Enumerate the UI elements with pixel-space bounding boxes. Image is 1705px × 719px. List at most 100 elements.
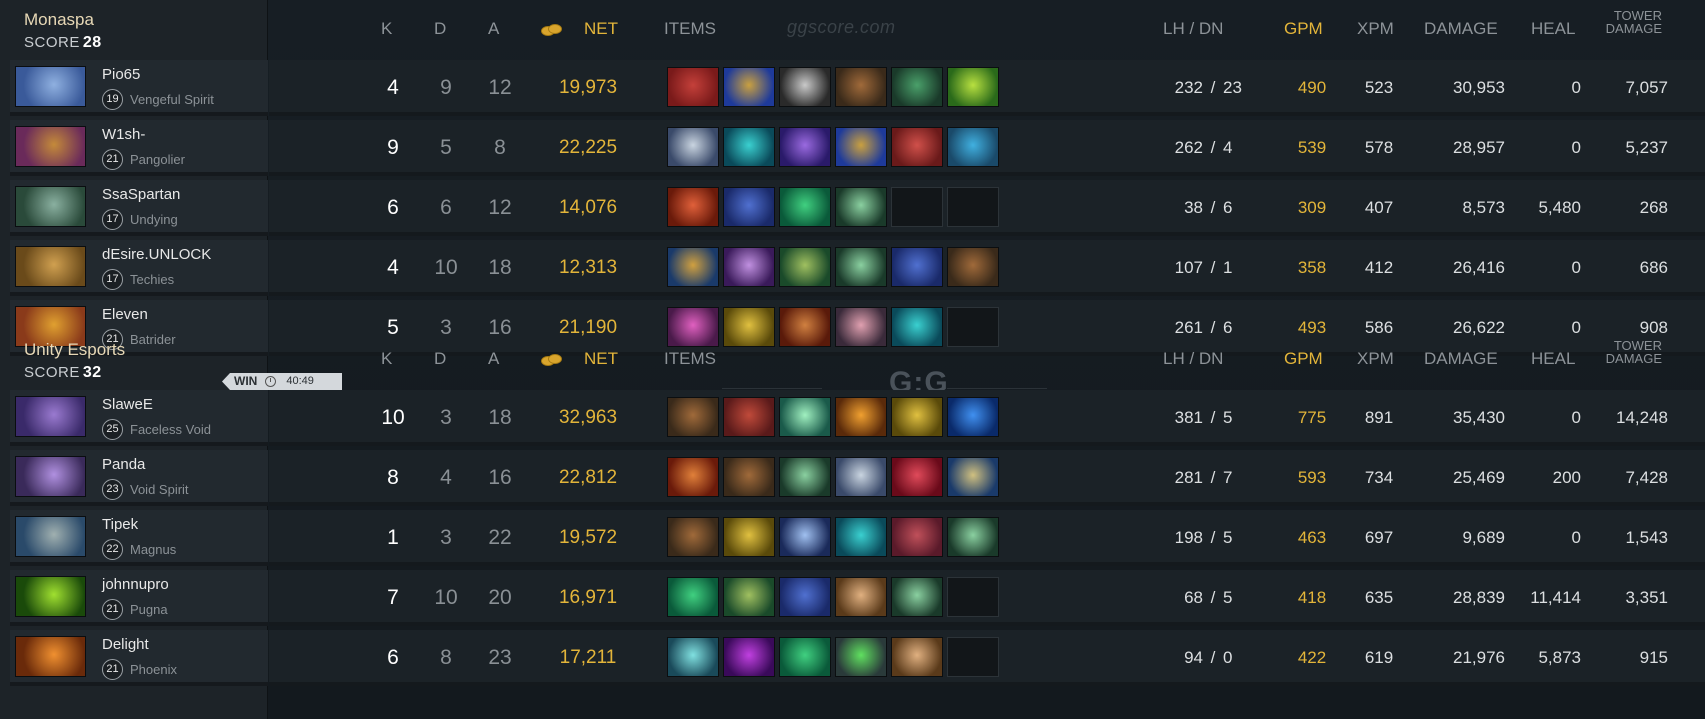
hero-portrait[interactable] xyxy=(15,126,86,167)
player-name[interactable]: Panda xyxy=(102,456,145,473)
hero-portrait[interactable] xyxy=(15,636,86,677)
item-icon[interactable] xyxy=(779,127,831,167)
item-icon[interactable] xyxy=(835,577,887,617)
item-icon[interactable] xyxy=(835,187,887,227)
item-icon[interactable] xyxy=(779,67,831,107)
player-name[interactable]: W1sh- xyxy=(102,126,145,143)
hero-portrait[interactable] xyxy=(15,456,86,497)
player-name[interactable]: Tipek xyxy=(102,516,138,533)
item-icon[interactable] xyxy=(779,397,831,437)
player-card[interactable]: Delight 21 Phoenix xyxy=(10,630,268,686)
player-name[interactable]: Delight xyxy=(102,636,149,653)
player-card[interactable]: Panda 23 Void Spirit xyxy=(10,450,268,506)
item-icon[interactable] xyxy=(947,397,999,437)
deaths-value: 4 xyxy=(440,466,452,489)
player-name[interactable]: Pio65 xyxy=(102,66,140,83)
item-icon[interactable] xyxy=(667,577,719,617)
item-icon[interactable] xyxy=(891,637,943,677)
team-score-value: 32 xyxy=(82,364,102,381)
player-card[interactable]: Pio65 19 Vengeful Spirit xyxy=(10,60,268,116)
player-name[interactable]: johnnupro xyxy=(102,576,169,593)
item-icon[interactable] xyxy=(947,247,999,287)
item-icon[interactable] xyxy=(835,67,887,107)
item-icon[interactable] xyxy=(667,67,719,107)
item-icon[interactable] xyxy=(835,517,887,557)
item-icon[interactable] xyxy=(667,127,719,167)
hero-portrait[interactable] xyxy=(15,576,86,617)
item-icon[interactable] xyxy=(779,637,831,677)
team-name[interactable]: Unity Esports xyxy=(24,340,268,360)
item-icon[interactable] xyxy=(891,457,943,497)
item-icon[interactable] xyxy=(835,397,887,437)
item-icon[interactable] xyxy=(835,637,887,677)
kills-value: 4 xyxy=(387,256,399,279)
item-icon[interactable] xyxy=(891,127,943,167)
item-icon[interactable] xyxy=(723,577,775,617)
hero-portrait[interactable] xyxy=(15,516,86,557)
player-name[interactable]: SlaweE xyxy=(102,396,153,413)
net-worth-value: 12,313 xyxy=(558,257,618,278)
deaths-value: 9 xyxy=(440,76,452,99)
item-icon[interactable] xyxy=(891,67,943,107)
item-icon[interactable] xyxy=(835,247,887,287)
item-icon[interactable] xyxy=(723,187,775,227)
hero-level-badge: 25 xyxy=(102,419,123,440)
item-icon[interactable] xyxy=(779,577,831,617)
item-icon[interactable] xyxy=(779,247,831,287)
item-icon[interactable] xyxy=(835,457,887,497)
empty-item-slot xyxy=(947,637,999,677)
item-icon[interactable] xyxy=(779,187,831,227)
last-hits-value: 232 xyxy=(1174,78,1203,97)
deaths-value: 6 xyxy=(440,196,452,219)
hero-name: Pangolier xyxy=(130,152,185,167)
item-icon[interactable] xyxy=(667,637,719,677)
item-icon[interactable] xyxy=(723,517,775,557)
hero-portrait[interactable] xyxy=(15,186,86,227)
item-slots xyxy=(667,577,1003,617)
team-score: SCORE 28 xyxy=(24,34,268,52)
lh-dn-separator: / xyxy=(1210,78,1216,97)
item-icon[interactable] xyxy=(779,457,831,497)
item-icon[interactable] xyxy=(667,517,719,557)
item-icon[interactable] xyxy=(723,397,775,437)
item-icon[interactable] xyxy=(667,457,719,497)
player-card[interactable]: Tipek 22 Magnus xyxy=(10,510,268,566)
item-icon[interactable] xyxy=(667,247,719,287)
player-card[interactable]: dEsire.UNLOCK 17 Techies xyxy=(10,240,268,296)
tower-damage-value: 7,057 xyxy=(1625,78,1668,97)
item-icon[interactable] xyxy=(667,397,719,437)
hero-portrait[interactable] xyxy=(15,66,86,107)
item-icon[interactable] xyxy=(667,187,719,227)
item-icon[interactable] xyxy=(891,397,943,437)
item-icon[interactable] xyxy=(891,247,943,287)
item-icon[interactable] xyxy=(723,67,775,107)
header-deaths: D xyxy=(434,19,447,38)
item-icon[interactable] xyxy=(891,517,943,557)
hero-level-badge: 22 xyxy=(102,539,123,560)
team-name[interactable]: Monaspa xyxy=(24,10,268,30)
header-tower-damage: TOWER DAMAGE xyxy=(1582,339,1662,365)
player-name[interactable]: Eleven xyxy=(102,306,148,323)
item-icon[interactable] xyxy=(723,247,775,287)
item-icon[interactable] xyxy=(835,127,887,167)
item-icon[interactable] xyxy=(947,517,999,557)
item-icon[interactable] xyxy=(779,517,831,557)
item-icon[interactable] xyxy=(723,457,775,497)
item-icon[interactable] xyxy=(947,127,999,167)
team-score-label: SCORE xyxy=(24,34,80,51)
net-worth-value: 19,572 xyxy=(558,527,618,548)
hero-portrait[interactable] xyxy=(15,396,86,437)
player-card[interactable]: SlaweE 25 Faceless Void xyxy=(10,390,268,446)
player-card[interactable]: SsaSpartan 17 Undying xyxy=(10,180,268,236)
hero-portrait[interactable] xyxy=(15,246,86,287)
item-icon[interactable] xyxy=(947,67,999,107)
item-icon[interactable] xyxy=(891,577,943,617)
player-card[interactable]: W1sh- 21 Pangolier xyxy=(10,120,268,176)
player-name[interactable]: SsaSpartan xyxy=(102,186,180,203)
player-name[interactable]: dEsire.UNLOCK xyxy=(102,246,211,263)
item-icon[interactable] xyxy=(947,457,999,497)
denies-value: 5 xyxy=(1223,408,1233,427)
item-icon[interactable] xyxy=(723,127,775,167)
player-card[interactable]: johnnupro 21 Pugna xyxy=(10,570,268,626)
item-icon[interactable] xyxy=(723,637,775,677)
